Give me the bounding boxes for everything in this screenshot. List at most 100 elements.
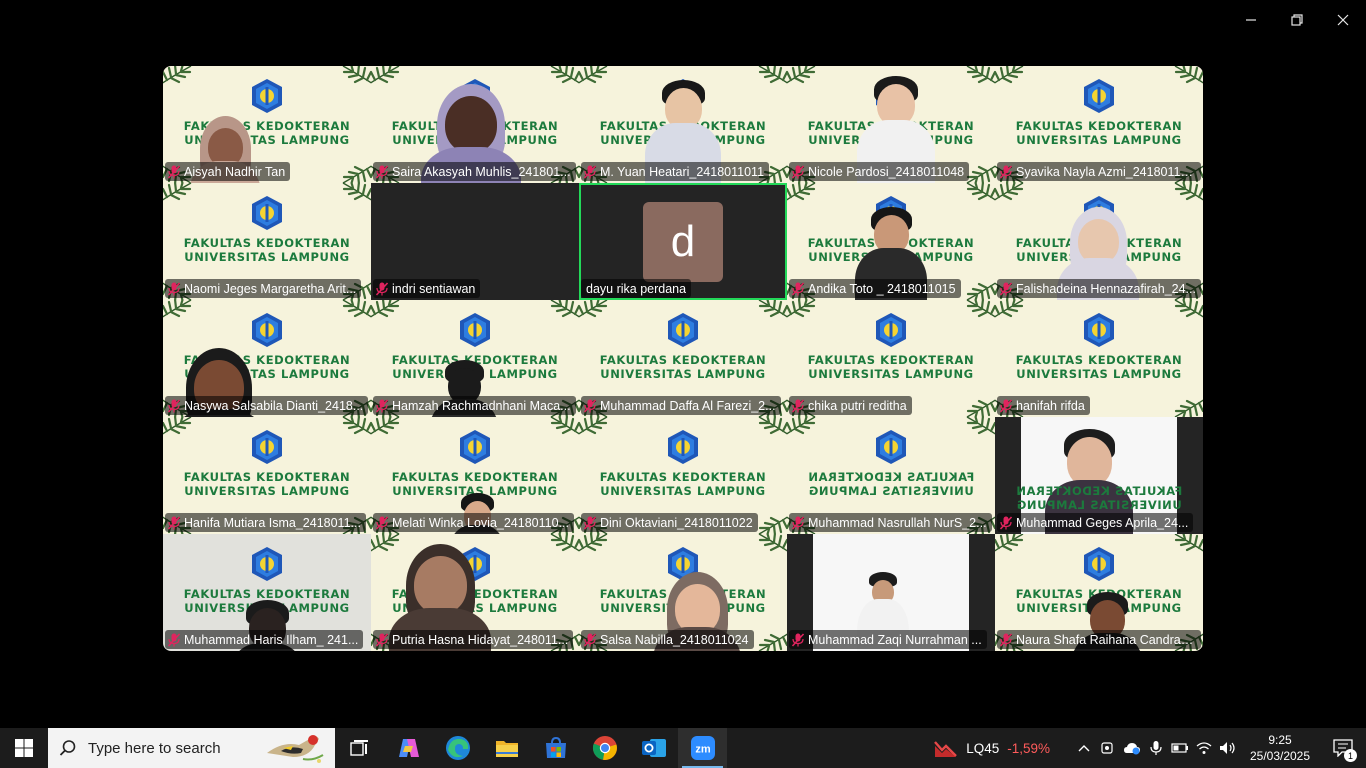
close-button[interactable] bbox=[1320, 0, 1366, 40]
participant-name-label: Dini Oktaviani_2418011022 bbox=[581, 513, 758, 532]
participant-name: Muhammad Nasrullah NurS_2... bbox=[808, 515, 987, 530]
participant-name: dayu rika perdana bbox=[586, 281, 687, 296]
background-line-2: UNIVERSITAS LAMPUNG bbox=[808, 484, 974, 498]
unila-logo-icon bbox=[876, 430, 906, 464]
battery-button[interactable] bbox=[1168, 728, 1192, 768]
store-button[interactable] bbox=[531, 728, 580, 768]
muted-microphone-icon bbox=[792, 164, 804, 179]
participant-tile[interactable]: FAKULTAS KEDOKTERAN UNIVERSITAS LAMPUNG Ai… bbox=[163, 66, 371, 183]
chrome-button[interactable] bbox=[580, 728, 629, 768]
background-line-1: FAKULTAS KEDOKTERAN bbox=[1015, 484, 1183, 498]
window-controls bbox=[1228, 0, 1366, 40]
copilot-button[interactable] bbox=[384, 728, 433, 768]
file-explorer-button[interactable] bbox=[482, 728, 531, 768]
participant-tile[interactable]: FAKULTAS KEDOKTERAN UNIVERSITAS LAMPUNG ch… bbox=[787, 300, 995, 417]
participant-tile[interactable]: FAKULTAS KEDOKTERAN UNIVERSITAS LAMPUNG Me… bbox=[371, 417, 579, 534]
participant-tile[interactable]: FAKULTAS KEDOKTERAN UNIVERSITAS LAMPUNG Mu… bbox=[163, 534, 371, 651]
virtual-background: FAKULTAS KEDOKTERANUNIVERSITAS LAMPUNG bbox=[163, 195, 371, 264]
mirrored-background-text: FAKULTAS KEDOKTERAN UNIVERSITAS LAMPUNG bbox=[1016, 479, 1183, 512]
outlook-button[interactable] bbox=[629, 728, 678, 768]
clock[interactable]: 9:25 25/03/2025 bbox=[1240, 732, 1320, 764]
participant-name-label: Saira Akasyah Muhlis_241801... bbox=[373, 162, 576, 181]
background-line-2: UNIVERSITAS LAMPUNG bbox=[1016, 498, 1182, 512]
meet-now-button[interactable] bbox=[1096, 728, 1120, 768]
participant-name-label: Muhammad Geges Aprila_24... bbox=[997, 513, 1194, 532]
close-icon bbox=[1337, 14, 1349, 26]
participant-tile[interactable]: FAKULTAS KEDOKTERAN UNIVERSITAS LAMPUNG Ha… bbox=[163, 417, 371, 534]
background-line-1: FAKULTAS KEDOKTERAN bbox=[807, 470, 975, 484]
participant-name: Saira Akasyah Muhlis_241801... bbox=[392, 164, 571, 179]
show-hidden-icons-button[interactable] bbox=[1072, 728, 1096, 768]
edge-button[interactable] bbox=[433, 728, 482, 768]
participant-tile[interactable]: FAKULTAS KEDOKTERAN UNIVERSITAS LAMPUNG Na… bbox=[163, 300, 371, 417]
participant-name: Salsa Nabilla_2418011024 bbox=[600, 632, 749, 647]
task-view-button[interactable] bbox=[335, 728, 384, 768]
muted-microphone-icon bbox=[1000, 398, 1012, 413]
muted-microphone-icon bbox=[584, 164, 596, 179]
participant-tile[interactable]: FAKULTAS KEDOKTERAN UNIVERSITAS LAMPUNG Mu… bbox=[995, 417, 1203, 534]
participant-name: Melati Winka Lovia_24180110... bbox=[392, 515, 569, 530]
onedrive-button[interactable] bbox=[1120, 728, 1144, 768]
participant-name-label: Salsa Nabilla_2418011024 bbox=[581, 630, 754, 649]
taskbar-search-box[interactable]: Type here to search bbox=[48, 728, 335, 768]
participant-tile[interactable]: FAKULTAS KEDOKTERANUNIVERSITAS LAMPUNGSa… bbox=[371, 66, 579, 183]
participant-tile[interactable]: FAKULTAS KEDOKTERANUNIVERSITAS LAMPUNGSa… bbox=[579, 534, 787, 651]
wifi-icon bbox=[1196, 742, 1212, 754]
restore-button[interactable] bbox=[1274, 0, 1320, 40]
participant-name: Aisyah Nadhir Tan bbox=[184, 164, 286, 179]
muted-microphone-icon bbox=[376, 164, 388, 179]
participant-tile[interactable]: indri sentiawan bbox=[371, 183, 579, 300]
participant-tile[interactable]: FAKULTAS KEDOKTERAN UNIVERSITAS LAMPUNG Ni… bbox=[787, 66, 995, 183]
participant-tile[interactable]: FAKULTAS KEDOKTERAN UNIVERSITAS LAMPUNG Ha… bbox=[371, 300, 579, 417]
zoom-button[interactable]: zm bbox=[678, 728, 727, 768]
participant-tile[interactable]: d dayu rika perdana bbox=[579, 183, 787, 300]
start-button[interactable] bbox=[0, 728, 48, 768]
participant-avatar: d bbox=[643, 202, 723, 282]
participant-tile[interactable]: FAKULTAS KEDOKTERAN UNIVERSITAS LAMPUNG Pu… bbox=[371, 534, 579, 651]
microphone-button[interactable] bbox=[1144, 728, 1168, 768]
participant-tile[interactable]: FAKULTAS KEDOKTERAN UNIVERSITAS LAMPUNG Na… bbox=[995, 534, 1203, 651]
participant-name: chika putri reditha bbox=[808, 398, 907, 413]
participant-name-label: Melati Winka Lovia_24180110... bbox=[373, 513, 574, 532]
stock-widget[interactable]: LQ45 -1,59% bbox=[934, 738, 1050, 758]
participant-name-label: Hanifa Mutiara Isma_2418011... bbox=[165, 513, 366, 532]
participant-tile[interactable]: FAKULTAS KEDOKTERAN UNIVERSITAS LAMPUNG Na… bbox=[163, 183, 371, 300]
participant-name-label: hanifah rifda bbox=[997, 396, 1090, 415]
bird-illustration-icon bbox=[267, 735, 324, 763]
participant-name-label: Putria Hasna Hidayat_248011... bbox=[373, 630, 574, 649]
store-icon bbox=[545, 736, 566, 758]
unila-logo-icon bbox=[252, 196, 282, 230]
participant-name: Naomi Jeges Margaretha Arit... bbox=[184, 281, 357, 296]
network-button[interactable] bbox=[1192, 728, 1216, 768]
participant-name: Hamzah Rachmadnhani Maca... bbox=[392, 398, 571, 413]
volume-button[interactable] bbox=[1216, 728, 1240, 768]
notification-center-button[interactable]: 1 bbox=[1320, 728, 1366, 768]
muted-microphone-icon bbox=[376, 632, 388, 647]
participant-tile[interactable]: FAKULTAS KEDOKTERAN UNIVERSITAS LAMPUNG Mu… bbox=[787, 417, 995, 534]
taskbar: Type here to search zm LQ45 -1,59% 9:25 … bbox=[0, 728, 1366, 768]
participant-name-label: Muhammad Daffa Al Farezi_2... bbox=[581, 396, 781, 415]
participant-name: M. Yuan Heatari_2418011011 bbox=[600, 164, 765, 179]
stock-symbol: LQ45 bbox=[966, 740, 1000, 756]
participant-tile[interactable]: FAKULTAS KEDOKTERAN UNIVERSITAS LAMPUNG Fa… bbox=[995, 183, 1203, 300]
participant-tile[interactable]: FAKULTAS KEDOKTERAN UNIVERSITAS LAMPUNG M.… bbox=[579, 66, 787, 183]
participant-tile[interactable]: FAKULTAS KEDOKTERAN UNIVERSITAS LAMPUNG An… bbox=[787, 183, 995, 300]
minimize-button[interactable] bbox=[1228, 0, 1274, 40]
search-icon bbox=[48, 739, 88, 757]
virtual-background: FAKULTAS KEDOKTERANUNIVERSITAS LAMPUNG bbox=[995, 312, 1203, 381]
muted-microphone-icon bbox=[168, 515, 180, 530]
participant-tile[interactable]: FAKULTAS KEDOKTERAN UNIVERSITAS LAMPUNG Mu… bbox=[579, 300, 787, 417]
muted-microphone-icon bbox=[376, 515, 388, 530]
muted-microphone-icon bbox=[792, 515, 804, 530]
participant-name-label: Naomi Jeges Margaretha Arit... bbox=[165, 279, 362, 298]
participant-tile[interactable]: FAKULTAS KEDOKTERAN UNIVERSITAS LAMPUNG Sy… bbox=[995, 66, 1203, 183]
participant-tile[interactable]: FAKULTAS KEDOKTERAN UNIVERSITAS LAMPUNG ha… bbox=[995, 300, 1203, 417]
muted-microphone-icon bbox=[376, 281, 388, 296]
participant-tile[interactable]: Muhammad Zaqi Nurrahman ... bbox=[787, 534, 995, 651]
participant-name: Putria Hasna Hidayat_248011... bbox=[392, 632, 569, 647]
svg-text:zm: zm bbox=[695, 744, 711, 756]
stock-change: -1,59% bbox=[1007, 740, 1050, 756]
participant-tile[interactable]: FAKULTAS KEDOKTERAN UNIVERSITAS LAMPUNG Di… bbox=[579, 417, 787, 534]
muted-microphone-icon bbox=[376, 398, 388, 413]
muted-microphone-icon bbox=[168, 632, 180, 647]
